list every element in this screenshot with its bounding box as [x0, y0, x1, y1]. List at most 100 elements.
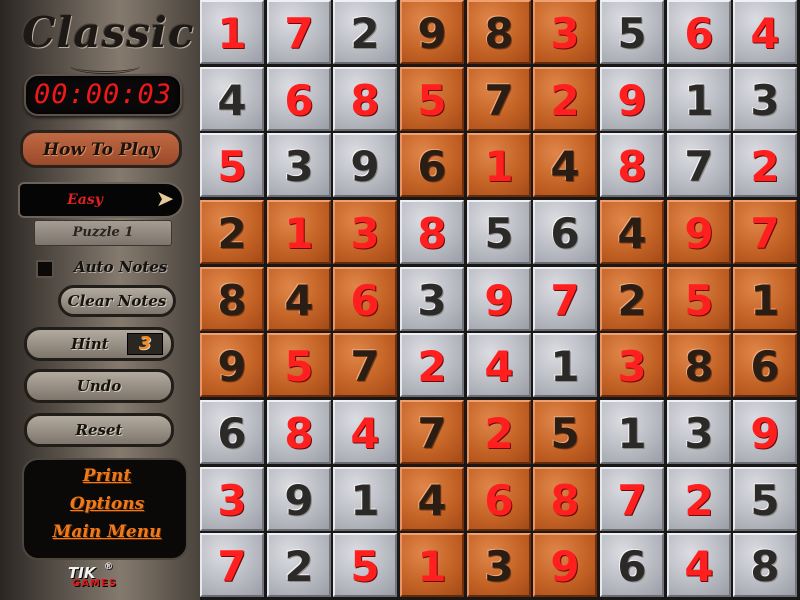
board-cell[interactable]: 9: [533, 533, 597, 597]
hint-count: 3: [127, 333, 163, 355]
board-cell[interactable]: 1: [667, 67, 731, 131]
board-cell[interactable]: 6: [267, 67, 331, 131]
puzzle-number: Puzzle 1: [34, 220, 172, 246]
board-cell[interactable]: 5: [733, 467, 797, 531]
board-cell[interactable]: 6: [400, 133, 464, 197]
board-cell[interactable]: 1: [467, 133, 531, 197]
board-cell[interactable]: 2: [267, 533, 331, 597]
board-cell[interactable]: 8: [400, 200, 464, 264]
board-cell[interactable]: 9: [200, 333, 264, 397]
board-cell[interactable]: 7: [533, 267, 597, 331]
game-timer: 00:00:03: [24, 74, 182, 116]
board-cell[interactable]: 6: [667, 0, 731, 64]
board-cell[interactable]: 3: [467, 533, 531, 597]
board-cell[interactable]: 8: [733, 533, 797, 597]
board-cell[interactable]: 7: [733, 200, 797, 264]
board-cell[interactable]: 9: [400, 0, 464, 64]
board-cell[interactable]: 8: [533, 467, 597, 531]
print-link[interactable]: Print: [24, 466, 190, 486]
board-cell[interactable]: 6: [333, 267, 397, 331]
board-cell[interactable]: 4: [600, 200, 664, 264]
board-cell[interactable]: 8: [600, 133, 664, 197]
reset-button[interactable]: Reset: [24, 413, 174, 447]
options-link[interactable]: Options: [24, 494, 190, 514]
sudoku-board: 1729835644685729135396148722138564978463…: [200, 0, 800, 600]
board-cell[interactable]: 8: [267, 400, 331, 464]
board-cell[interactable]: 7: [267, 0, 331, 64]
board-cell[interactable]: 7: [467, 67, 531, 131]
board-cell[interactable]: 1: [333, 467, 397, 531]
board-cell[interactable]: 6: [533, 200, 597, 264]
board-cell[interactable]: 7: [600, 467, 664, 531]
tik-games-logo: TIK ® GAMES: [68, 562, 148, 594]
logo-games-text: GAMES: [72, 578, 117, 589]
board-cell[interactable]: 7: [200, 533, 264, 597]
board-cell[interactable]: 7: [667, 133, 731, 197]
board-cell[interactable]: 3: [667, 400, 731, 464]
board-cell[interactable]: 9: [600, 67, 664, 131]
board-cell[interactable]: 2: [600, 267, 664, 331]
board-cell[interactable]: 7: [333, 333, 397, 397]
auto-notes-checkbox[interactable]: [36, 260, 54, 278]
board-cell[interactable]: 2: [467, 400, 531, 464]
board-cell[interactable]: 5: [267, 333, 331, 397]
board-cell[interactable]: 6: [733, 333, 797, 397]
board-cell[interactable]: 2: [533, 67, 597, 131]
board-cell[interactable]: 5: [533, 400, 597, 464]
board-cell[interactable]: 3: [267, 133, 331, 197]
board-cell[interactable]: 3: [733, 67, 797, 131]
board-cell[interactable]: 7: [400, 400, 464, 464]
board-cell[interactable]: 6: [467, 467, 531, 531]
board-cell[interactable]: 5: [200, 133, 264, 197]
board-cell[interactable]: 2: [400, 333, 464, 397]
board-cell[interactable]: 2: [200, 200, 264, 264]
board-cell[interactable]: 3: [333, 200, 397, 264]
board-cell[interactable]: 2: [333, 0, 397, 64]
arrow-right-icon[interactable]: ➤: [152, 188, 178, 212]
main-menu-link[interactable]: Main Menu: [24, 522, 190, 542]
board-cell[interactable]: 4: [200, 67, 264, 131]
board-cell[interactable]: 4: [467, 333, 531, 397]
board-cell[interactable]: 5: [467, 200, 531, 264]
board-cell[interactable]: 1: [267, 200, 331, 264]
hint-button[interactable]: Hint 3: [24, 327, 174, 361]
how-to-play-button[interactable]: How To Play: [20, 130, 182, 168]
difficulty-selector[interactable]: Easy ➤: [18, 182, 184, 218]
board-cell[interactable]: 4: [267, 267, 331, 331]
board-cell[interactable]: 9: [267, 467, 331, 531]
board-cell[interactable]: 3: [600, 333, 664, 397]
board-cell[interactable]: 8: [467, 0, 531, 64]
undo-button[interactable]: Undo: [24, 369, 174, 403]
board-cell[interactable]: 3: [400, 267, 464, 331]
board-cell[interactable]: 9: [467, 267, 531, 331]
board-cell[interactable]: 8: [200, 267, 264, 331]
board-cell[interactable]: 3: [200, 467, 264, 531]
board-cell[interactable]: 8: [667, 333, 731, 397]
board-cell[interactable]: 6: [600, 533, 664, 597]
board-cell[interactable]: 2: [733, 133, 797, 197]
board-cell[interactable]: 3: [533, 0, 597, 64]
board-cell[interactable]: 4: [533, 133, 597, 197]
board-cell[interactable]: 4: [667, 533, 731, 597]
board-cell[interactable]: 1: [200, 0, 264, 64]
clear-notes-button[interactable]: Clear Notes: [58, 285, 176, 317]
board-cell[interactable]: 5: [400, 67, 464, 131]
board-cell[interactable]: 1: [533, 333, 597, 397]
board-cell[interactable]: 6: [200, 400, 264, 464]
board-cell[interactable]: 1: [400, 533, 464, 597]
board-cell[interactable]: 4: [333, 400, 397, 464]
board-cell[interactable]: 9: [333, 133, 397, 197]
board-cell[interactable]: 5: [600, 0, 664, 64]
board-cell[interactable]: 1: [600, 400, 664, 464]
logo-registered-mark: ®: [104, 562, 113, 572]
board-cell[interactable]: 1: [733, 267, 797, 331]
board-cell[interactable]: 9: [733, 400, 797, 464]
board-cell[interactable]: 8: [333, 67, 397, 131]
board-cell[interactable]: 4: [733, 0, 797, 64]
board-cell[interactable]: 5: [333, 533, 397, 597]
board-cell[interactable]: 5: [667, 267, 731, 331]
board-cell[interactable]: 9: [667, 200, 731, 264]
hint-label: Hint: [71, 335, 109, 353]
board-cell[interactable]: 2: [667, 467, 731, 531]
board-cell[interactable]: 4: [400, 467, 464, 531]
